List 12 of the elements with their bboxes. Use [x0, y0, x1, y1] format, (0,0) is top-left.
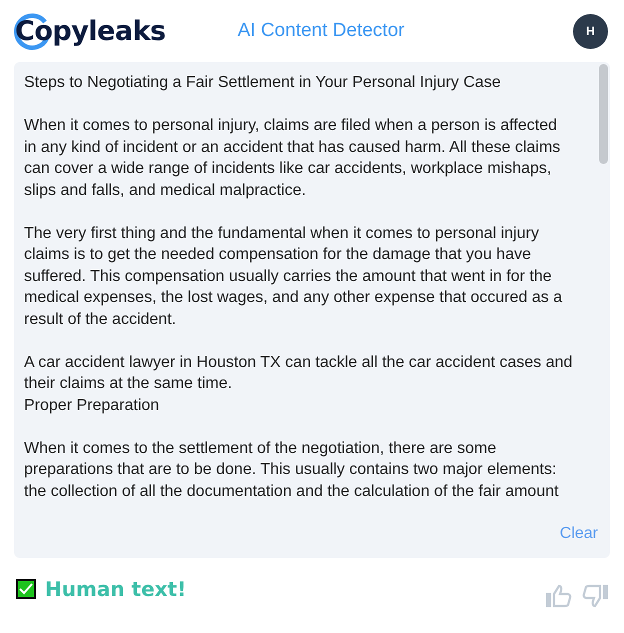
thumbs-down-icon[interactable] [582, 584, 608, 608]
section-heading: Proper Preparation [24, 396, 160, 416]
paragraph: A car accident lawyer in Houston TX can tackle all the car accident cases and their claims at the same time. [24, 352, 574, 394]
result-label: Human text! [45, 577, 186, 601]
paragraph: When it comes to the settlement of the negotiation, there are some preparations that are to be done. This usually contains two major elements: the collection of all the documentation and the calculation of the fair amount [24, 438, 560, 502]
paragraph: Steps to Negotiating a Fair Settlement in Your Personal Injury Case [24, 73, 502, 93]
scrollbar-thumb[interactable] [599, 64, 608, 164]
paragraph: When it comes to personal injury, claims are filed when a person is affected in any kind of incident or an accident that has caused harm. All these claims can cover a wide range of incidents like car accidents, workplace mishaps, slips and falls, and medical malpractice. [24, 116, 562, 200]
user-avatar[interactable]: H [573, 14, 608, 48]
thumbs-up-icon[interactable] [546, 584, 572, 608]
app-title: AI Content Detector [236, 20, 406, 42]
paragraph: The very first thing and the fundamental when it comes to personal injury claims is to get the needed compensation for the damage that you have suffered. This compensation usually carries the amount that went in for the medical expenses, the lost wages, and any other expense that occured as a result of the accident. [24, 224, 564, 330]
